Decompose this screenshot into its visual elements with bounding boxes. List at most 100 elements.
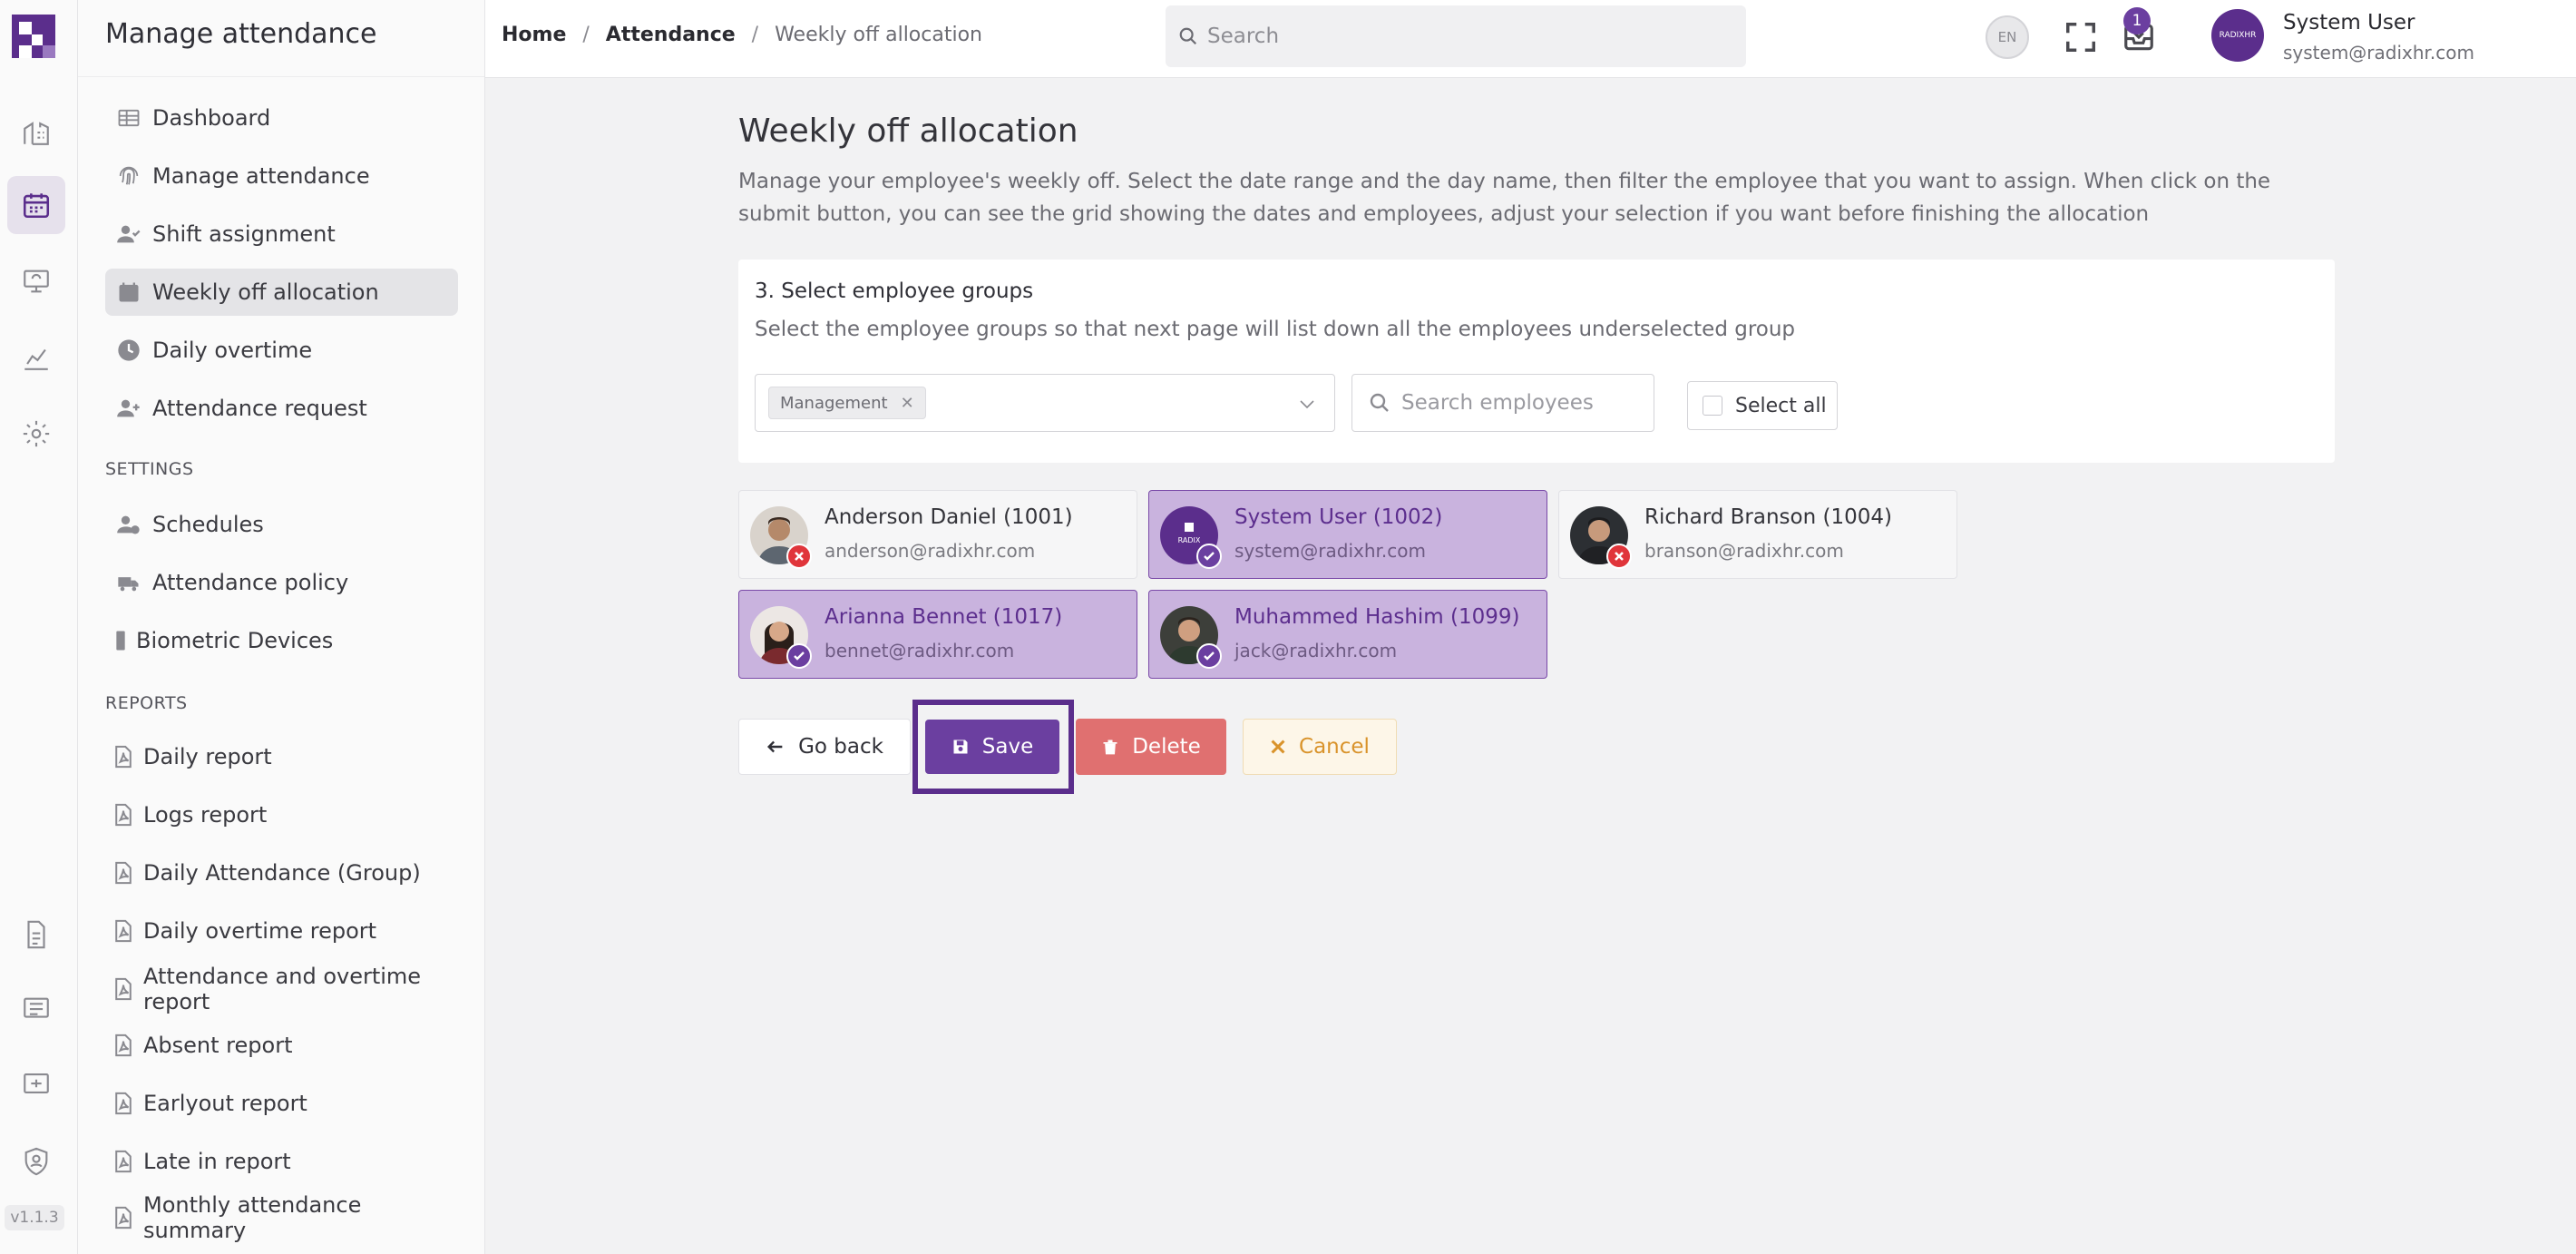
sidebar-item-label: Attendance and overtime report bbox=[143, 964, 422, 1014]
employee-card[interactable]: Muhammed Hashim (1099) jack@radixhr.com bbox=[1148, 590, 1547, 679]
global-search[interactable] bbox=[1166, 5, 1746, 67]
sidebar-item-earlyout-report[interactable]: Earlyout report bbox=[105, 1080, 458, 1127]
sidebar-item-biometric-devices[interactable]: Biometric Devices bbox=[105, 617, 458, 664]
sidebar-item-daily-report[interactable]: Daily report bbox=[105, 733, 458, 780]
app-logo[interactable] bbox=[12, 15, 55, 58]
user-name[interactable]: System User bbox=[2283, 11, 2415, 34]
employee-email: branson@radixhr.com bbox=[1644, 540, 1844, 562]
sidebar-item-absent-report[interactable]: Absent report bbox=[105, 1022, 458, 1069]
employee-name: Arianna Bennet (1017) bbox=[825, 605, 1063, 629]
document-icon[interactable] bbox=[7, 906, 65, 964]
employee-name: Richard Branson (1004) bbox=[1644, 505, 1892, 529]
sidebar-item-weekly-off-allocation[interactable]: Weekly off allocation bbox=[105, 269, 458, 316]
sidebar-item-label: Earlyout report bbox=[143, 1091, 307, 1116]
search-input[interactable] bbox=[1207, 24, 1715, 48]
sidebar-item-label: Weekly off allocation bbox=[152, 279, 379, 305]
pdf-file-icon bbox=[114, 1091, 132, 1116]
clock-icon bbox=[116, 338, 141, 363]
list-icon[interactable] bbox=[7, 980, 65, 1038]
sidebar-item-label: Daily overtime report bbox=[143, 918, 377, 944]
employee-email: anderson@radixhr.com bbox=[825, 540, 1036, 562]
sidebar-item-attendance-request[interactable]: Attendance request bbox=[105, 385, 458, 432]
save-floppy-icon bbox=[953, 740, 968, 754]
sidebar-item-dashboard[interactable]: Dashboard bbox=[105, 94, 458, 142]
sidebar-item-logs-report[interactable]: Logs report bbox=[105, 791, 458, 838]
delete-button[interactable]: Delete bbox=[1076, 719, 1226, 775]
language-switcher[interactable]: EN bbox=[1986, 15, 2029, 59]
search-icon bbox=[1370, 393, 1389, 412]
tag-label: Management bbox=[780, 393, 888, 413]
svg-text:RADIX: RADIX bbox=[1178, 536, 1201, 544]
presentation-icon[interactable] bbox=[7, 252, 65, 310]
go-back-button[interactable]: Go back bbox=[738, 719, 911, 775]
employee-card[interactable]: RADIX System User (1002) system@radixhr.… bbox=[1148, 490, 1547, 579]
save-label: Save bbox=[981, 735, 1034, 759]
employee-card[interactable]: Richard Branson (1004) branson@radixhr.c… bbox=[1558, 490, 1957, 579]
sidebar-title: Manage attendance bbox=[105, 18, 377, 50]
sidebar-item-late-in-report[interactable]: Late in report bbox=[105, 1138, 458, 1185]
selected-check-icon bbox=[1196, 544, 1222, 569]
analytics-icon[interactable] bbox=[7, 328, 65, 387]
sidebar-item-daily-attendance-group[interactable]: Daily Attendance (Group) bbox=[105, 849, 458, 896]
sidebar-item-label: Manage attendance bbox=[152, 163, 370, 189]
user-clock-icon bbox=[116, 512, 141, 537]
employee-group-select[interactable]: Management ✕ bbox=[755, 374, 1335, 432]
shield-user-icon[interactable] bbox=[7, 1132, 65, 1190]
go-back-label: Go back bbox=[798, 735, 883, 759]
settings-gear-icon[interactable] bbox=[7, 405, 65, 463]
sidebar-item-daily-overtime[interactable]: Daily overtime bbox=[105, 327, 458, 374]
avatar[interactable]: RADIXHR bbox=[2211, 9, 2264, 62]
save-button[interactable]: Save bbox=[925, 720, 1059, 774]
trash-icon bbox=[1103, 740, 1117, 755]
sidebar-item-manage-attendance[interactable]: Manage attendance bbox=[105, 152, 458, 200]
employee-search-input[interactable] bbox=[1401, 391, 1637, 415]
pdf-file-icon bbox=[114, 1033, 132, 1058]
page-title: Weekly off allocation bbox=[738, 113, 1078, 150]
employee-name: Anderson Daniel (1001) bbox=[825, 505, 1073, 529]
calendar-icon bbox=[116, 279, 141, 305]
pdf-file-icon bbox=[114, 1149, 132, 1174]
sidebar-item-label: Daily report bbox=[143, 744, 272, 769]
breadcrumb-home[interactable]: Home bbox=[502, 24, 566, 46]
payroll-icon[interactable] bbox=[7, 1054, 65, 1112]
attendance-sidebar: Manage attendance Dashboard Manage atten… bbox=[78, 0, 485, 1254]
selected-check-icon bbox=[786, 643, 812, 669]
sidebar-item-attendance-policy[interactable]: Attendance policy bbox=[105, 559, 458, 606]
cancel-button[interactable]: Cancel bbox=[1243, 719, 1397, 775]
sidebar-item-schedules[interactable]: Schedules bbox=[105, 501, 458, 548]
step-title: 3. Select employee groups bbox=[755, 279, 1034, 303]
sidebar-item-label: Schedules bbox=[152, 512, 264, 537]
step-subtitle: Select the employee groups so that next … bbox=[755, 318, 1796, 341]
sidebar-item-daily-overtime-report[interactable]: Daily overtime report bbox=[105, 907, 458, 955]
employee-search[interactable] bbox=[1351, 374, 1654, 432]
icon-rail: v1.1.3 bbox=[0, 0, 78, 1254]
sidebar-item-label: Absent report bbox=[143, 1033, 293, 1058]
fullscreen-icon[interactable] bbox=[2064, 20, 2098, 54]
remove-tag-icon[interactable]: ✕ bbox=[901, 394, 914, 413]
employee-card[interactable]: Arianna Bennet (1017) bennet@radixhr.com bbox=[738, 590, 1137, 679]
user-plus-icon bbox=[116, 396, 141, 421]
pdf-file-icon bbox=[114, 802, 132, 828]
breadcrumb-attendance[interactable]: Attendance bbox=[606, 24, 736, 46]
unselected-status-icon bbox=[1606, 544, 1632, 569]
employee-card[interactable]: Anderson Daniel (1001) anderson@radixhr.… bbox=[738, 490, 1137, 579]
sidebar-item-label: Attendance policy bbox=[152, 570, 349, 595]
sidebar-item-label: Dashboard bbox=[152, 105, 271, 131]
table-icon bbox=[116, 105, 141, 131]
sidebar-item-shift-assignment[interactable]: Shift assignment bbox=[105, 211, 458, 258]
breadcrumb-separator: / bbox=[751, 24, 759, 46]
sidebar-item-label: Late in report bbox=[143, 1149, 291, 1174]
selected-check-icon bbox=[1196, 643, 1222, 669]
delete-label: Delete bbox=[1132, 735, 1201, 759]
sidebar-item-label: Logs report bbox=[143, 802, 268, 828]
breadcrumb: Home / Attendance / Weekly off allocatio… bbox=[502, 24, 982, 46]
sidebar-item-attendance-overtime-report[interactable]: Attendance and overtime report bbox=[105, 964, 458, 1014]
select-all-checkbox[interactable]: Select all bbox=[1687, 381, 1838, 430]
calendar-icon[interactable] bbox=[7, 176, 65, 234]
sidebar-item-monthly-attendance-summary[interactable]: Monthly attendance summary bbox=[105, 1192, 458, 1243]
device-icon bbox=[112, 628, 129, 653]
fingerprint-icon bbox=[116, 163, 141, 189]
truck-icon bbox=[116, 570, 141, 595]
employee-name: System User (1002) bbox=[1234, 505, 1443, 529]
organization-icon[interactable] bbox=[7, 103, 65, 162]
